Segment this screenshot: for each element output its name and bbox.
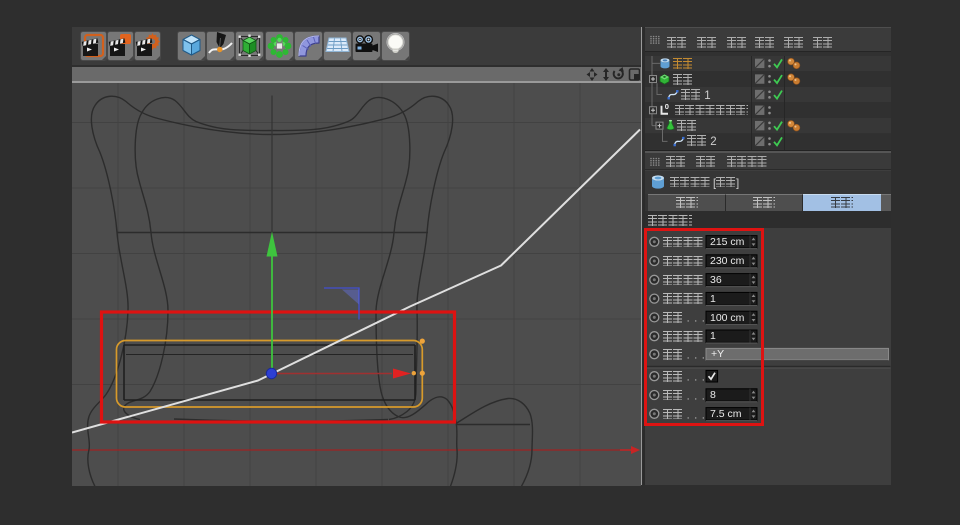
svg-text:0: 0	[665, 102, 669, 111]
